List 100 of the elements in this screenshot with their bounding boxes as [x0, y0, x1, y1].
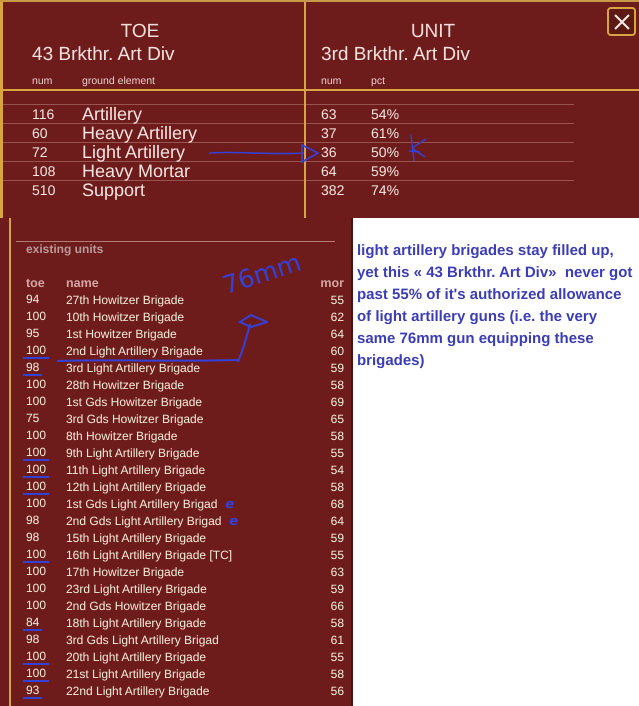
unit-name-cell: 2nd Gds Howitzer Brigade: [66, 598, 206, 615]
toe-cell: 100: [23, 446, 50, 461]
morale-cell: 56: [330, 683, 344, 700]
unit-name-cell: 21st Light Artillery Brigade: [66, 666, 206, 683]
column-header: name: [66, 275, 99, 292]
column-header: mor: [320, 275, 344, 292]
morale-cell: 69: [330, 394, 344, 411]
morale-cell: 61: [330, 632, 344, 649]
toe-cell-text: 100: [25, 582, 48, 597]
unit-name-cell: 10th Howitzer Brigade: [66, 309, 184, 326]
toe-cell-text: 98: [25, 514, 40, 529]
close-button[interactable]: [607, 7, 636, 36]
unit-name-cell: 1st Gds Light Artillery Brigad: [66, 496, 218, 513]
toe-cell: 100: [23, 480, 50, 495]
toe-cell-text: 100: [25, 497, 48, 512]
column-header: num: [32, 75, 52, 87]
toe-cell-text: 95: [25, 327, 40, 342]
unit-name-cell: 3rd Gds Howitzer Brigade: [66, 411, 204, 428]
unit-name-cell: 15th Light Artillery Brigade: [66, 530, 206, 547]
toe-cell-text: 94: [25, 293, 40, 308]
unit-name-cell: 12th Light Artillery Brigade: [66, 479, 206, 496]
toe-cell-text: 100: [25, 310, 48, 325]
toe-cell-text: 100: [25, 429, 48, 444]
unit-name-cell: 3rd Gds Light Artillery Brigad: [66, 632, 219, 649]
num-cell: 108: [32, 162, 56, 180]
toe-cell-text: 100: [25, 378, 48, 393]
annotation-text: light artillery brigades stay filled up, yet this « 43 Brkthr. Art Div» never got past 55% of it's authorized allowance of light artillery guns (i.e. the very same 76mm gun equipping these brigades): [357, 241, 634, 371]
morale-cell: 59: [330, 581, 344, 598]
morale-cell: 55: [330, 445, 344, 462]
toe-cell-text: 100: [25, 395, 48, 410]
morale-cell: 64: [330, 326, 344, 343]
unit-name-cell: 16th Light Artillery Brigade [TC]: [66, 547, 232, 564]
morale-cell: 58: [330, 666, 344, 683]
toe-cell: 100: [23, 548, 50, 563]
morale-cell: 58: [330, 479, 344, 496]
unit-name-cell: 8th Howitzer Brigade: [66, 428, 178, 445]
toe-cell: 100: [23, 667, 50, 682]
toe-cell: 100: [23, 344, 50, 359]
panel-title: TOE: [120, 21, 160, 42]
num-cell: 37: [321, 124, 337, 142]
unit-name-cell: 11th Light Artillery Brigade: [66, 462, 206, 479]
num-cell: 116: [32, 105, 54, 123]
unit-name-cell: 28th Howitzer Brigade: [66, 377, 184, 394]
unit-name-cell: 2nd Gds Light Artillery Brigad: [66, 513, 222, 530]
num-cell: 36: [321, 143, 337, 161]
num-cell: 63: [321, 105, 337, 123]
unit-name-cell: 1st Howitzer Brigade: [66, 326, 177, 343]
pct-cell: 61%: [371, 124, 400, 142]
pct-cell: 50%: [371, 143, 400, 161]
section-title: existing units: [26, 242, 104, 256]
num-cell: 382: [321, 181, 344, 199]
toe-cell-text: 75: [25, 412, 40, 427]
morale-cell: 59: [330, 360, 344, 377]
toe-cell: 93: [23, 684, 42, 699]
column-header: ground element: [82, 75, 155, 87]
unit-name-cell: 20th Light Artillery Brigade: [66, 649, 206, 666]
ground-element-cell: Artillery: [82, 105, 142, 123]
unit-name-cell: 3rd Light Artillery Brigade: [66, 360, 200, 377]
toe-cell-text: 100: [25, 565, 48, 580]
ink-scribble-icon: [408, 134, 428, 162]
unit-name-cell: 2nd Light Artillery Brigade: [66, 343, 203, 360]
handwritten-note: e: [225, 498, 234, 512]
handwritten-note: e: [229, 514, 238, 528]
pct-cell: 74%: [371, 181, 400, 199]
panel-title: UNIT: [410, 21, 456, 42]
morale-cell: 60: [330, 343, 344, 360]
close-icon: [612, 12, 630, 30]
morale-cell: 55: [330, 292, 344, 309]
unit-name-cell: 23rd Light Artillery Brigade: [66, 581, 207, 598]
num-cell: 60: [32, 124, 48, 142]
morale-cell: 66: [330, 598, 344, 615]
column-header: num: [321, 75, 342, 87]
column-header: pct: [371, 75, 386, 87]
morale-cell: 63: [330, 564, 344, 581]
unit-name-cell: 9th Light Artillery Brigade: [66, 445, 200, 462]
toe-cell-text: 98: [25, 633, 40, 648]
morale-cell: 55: [330, 649, 344, 666]
column-header: toe: [26, 275, 45, 292]
ground-element-cell: Support: [82, 181, 146, 199]
morale-cell: 58: [330, 428, 344, 445]
unit-name-cell: 18th Light Artillery Brigade: [66, 615, 206, 632]
pct-cell: 59%: [371, 162, 400, 180]
morale-cell: 55: [330, 547, 344, 564]
toe-cell: 98: [23, 361, 42, 376]
num-cell: 510: [32, 181, 56, 199]
morale-cell: 54: [330, 462, 344, 479]
toe-cell: 100: [23, 463, 50, 478]
pct-cell: 54%: [371, 105, 400, 123]
morale-cell: 58: [330, 615, 344, 632]
morale-cell: 65: [330, 411, 344, 428]
unit-name-cell: 17th Howitzer Brigade: [66, 564, 184, 581]
num-cell: 64: [321, 162, 337, 180]
morale-cell: 68: [330, 496, 344, 513]
toe-cell: 100: [23, 650, 50, 665]
formation-name: 3rd Brkthr. Art Div: [321, 44, 470, 65]
ground-element-cell: Light Artillery: [82, 143, 186, 161]
morale-cell: 58: [330, 377, 344, 394]
toe-cell: 84: [23, 616, 42, 631]
toe-cell-text: 100: [25, 599, 48, 614]
toe-cell-text: 98: [25, 531, 40, 546]
